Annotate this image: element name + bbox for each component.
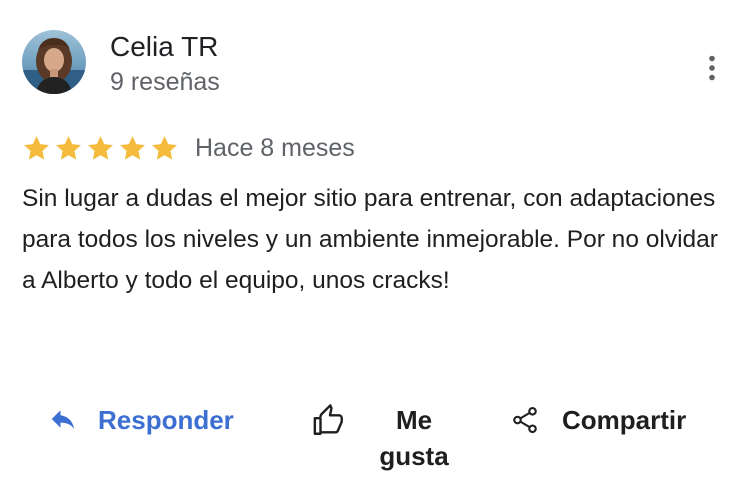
star-icon [88, 135, 113, 160]
reply-button[interactable]: Responder [48, 402, 234, 438]
avatar[interactable] [22, 30, 86, 94]
review-date: Hace 8 meses [195, 133, 355, 162]
avatar-photo [22, 30, 86, 94]
reply-label: Responder [98, 405, 234, 435]
more-vert-icon [709, 55, 715, 81]
review-card: Celia TR 9 reseñas Hace 8 meses Sin luga… [0, 0, 756, 494]
share-button[interactable]: Compartir [510, 402, 686, 438]
reply-arrow-icon [51, 410, 75, 429]
author-review-count: 9 reseñas [110, 68, 220, 96]
star-rating [22, 134, 179, 163]
star-icon [24, 135, 49, 160]
author-name[interactable]: Celia TR [110, 30, 218, 64]
thumbs-up-icon [313, 404, 343, 435]
star-icon [152, 135, 177, 160]
rating-row: Hace 8 meses [22, 130, 355, 166]
star-icon [120, 135, 145, 160]
star-icon [56, 135, 81, 160]
like-button[interactable]: Me gusta [312, 402, 454, 474]
review-text: Sin lugar a dudas el mejor sitio para en… [22, 185, 718, 294]
share-label: Compartir [562, 405, 687, 435]
more-options-button[interactable] [696, 48, 728, 88]
share-icon [513, 406, 537, 434]
like-label: Me gusta [379, 405, 449, 471]
